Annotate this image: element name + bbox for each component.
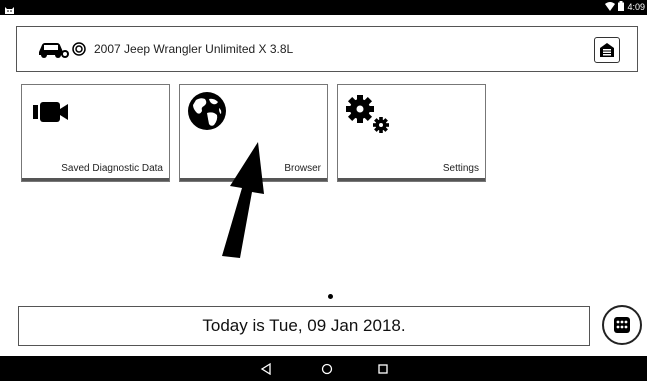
status-bar: 4:09 xyxy=(0,0,647,15)
garage-button[interactable] xyxy=(594,37,620,63)
recents-icon[interactable] xyxy=(377,362,389,380)
pointer-arrow-annotation xyxy=(222,142,264,258)
gears-icon xyxy=(344,94,394,141)
ring-icon xyxy=(72,42,86,61)
status-time: 4:09 xyxy=(627,2,645,12)
tile-underline xyxy=(338,178,485,181)
navigation-bar xyxy=(0,356,647,381)
garage-icon xyxy=(599,42,615,63)
tile-label: Settings xyxy=(442,163,479,174)
date-text: Today is Tue, 09 Jan 2018. xyxy=(202,316,406,335)
app-drawer-button[interactable] xyxy=(602,305,642,345)
tile-saved-diagnostic-data[interactable]: Saved Diagnostic Data xyxy=(21,84,170,182)
wifi-icon xyxy=(605,1,616,13)
tile-settings[interactable]: Settings xyxy=(337,84,486,182)
vehicle-name: 2007 Jeep Wrangler Unlimited X 3.8L xyxy=(94,42,294,56)
home-icon[interactable] xyxy=(321,362,333,380)
tile-label: Saved Diagnostic Data xyxy=(61,163,163,174)
vehicle-bar[interactable]: 2007 Jeep Wrangler Unlimited X 3.8L xyxy=(16,26,638,72)
page-indicator-dot xyxy=(328,294,333,299)
car-icon xyxy=(37,41,71,64)
back-icon[interactable] xyxy=(260,362,272,380)
tile-label: Browser xyxy=(284,163,321,174)
cat-icon xyxy=(4,2,15,20)
globe-icon xyxy=(187,91,227,136)
tile-underline xyxy=(22,178,169,181)
date-bar: Today is Tue, 09 Jan 2018. xyxy=(18,306,590,346)
video-camera-icon xyxy=(33,100,69,129)
battery-icon xyxy=(618,1,625,13)
grid-icon xyxy=(613,316,631,339)
